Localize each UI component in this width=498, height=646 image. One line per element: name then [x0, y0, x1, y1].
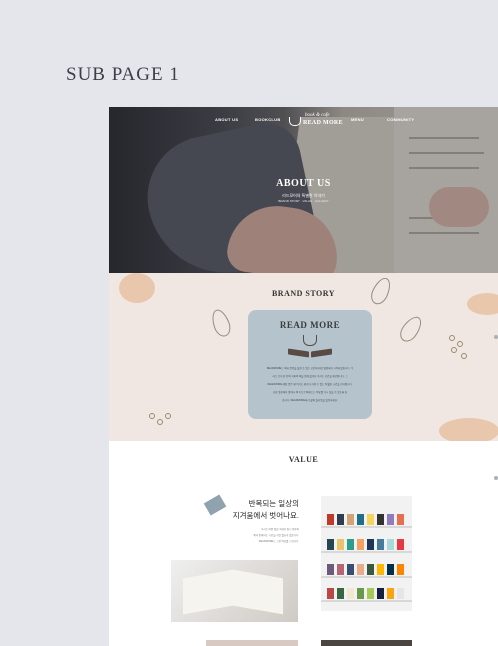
- pagination-dot[interactable]: [494, 476, 498, 480]
- bookshelf-photo: [321, 496, 412, 611]
- dot-decor: [451, 347, 457, 353]
- gallery-photo: [206, 640, 298, 646]
- value-text-line: READMORE는 그런 여유를 드립니다.: [258, 540, 299, 543]
- decor-blob: [119, 273, 155, 303]
- brand-paragraph-line: READMORE는 책과 음악을 즐길 수 있는 공간에 대한 열정에서 시작되…: [266, 367, 354, 370]
- logo-name: READ MORE: [303, 120, 343, 126]
- nav-about-us[interactable]: ABOUT US: [215, 117, 238, 122]
- value-title: VALUE: [288, 455, 319, 464]
- nav-community[interactable]: COMMUNITY: [387, 117, 414, 122]
- brand-story-section: BRAND STORY READ MORE READMORE는 책과 음악을 즐…: [109, 273, 498, 441]
- dot-decor: [165, 413, 171, 419]
- dot-decor: [157, 419, 163, 425]
- gallery-photo: [321, 640, 412, 646]
- card-logo-text: READ MORE: [279, 320, 341, 330]
- dot-decor: [457, 341, 463, 347]
- value-heading-line1: 반복되는 일상의: [248, 499, 299, 508]
- dot-decor: [449, 335, 455, 341]
- open-book-photo: [171, 560, 298, 622]
- coffee-cup-icon: [289, 117, 301, 126]
- logo-script: book & cafe: [305, 113, 330, 118]
- hero-banner: ABOUT US BOOKCLUB MENU COMMUNITY book & …: [109, 107, 498, 273]
- brand-paragraph-line: READMORE 매장 음은 해 이기도 쉽게 다가갈 수 있는 특별한 시간을…: [267, 383, 353, 386]
- open-book-icon: [288, 348, 332, 358]
- brand-logo[interactable]: book & cafe READ MORE: [289, 111, 349, 131]
- decor-blob: [439, 418, 498, 441]
- hero-caption: BRAND STORY · VALUE · GALLERY: [278, 199, 329, 203]
- brand-paragraph-line: 리는 단지 한 잔의 커피와 책을 함께 즐겨요 속하는 공간을 제공합니다. …: [272, 375, 348, 378]
- nav-bookclub[interactable]: BOOKCLUB: [255, 117, 281, 122]
- dot-decor: [149, 413, 155, 419]
- pagination-dot[interactable]: [494, 335, 498, 339]
- leaf-decor: [396, 312, 426, 346]
- page-frame: ABOUT US BOOKCLUB MENU COMMUNITY book & …: [109, 107, 498, 646]
- dot-decor: [461, 353, 467, 359]
- value-heading-line2: 지겨움에서 벗어나요.: [232, 511, 299, 520]
- brand-paragraph-line: 습니다. READMORE에서 삶의 즐거움을 발견하세요.: [282, 399, 338, 402]
- leaf-decor: [208, 307, 234, 339]
- brand-paragraph-line: 또한 일상에서 벗어나 책 속으로 빠져드는 여유를 다시 찾을 수 있도록 돕: [272, 391, 348, 394]
- coffee-cup-icon: [303, 335, 317, 346]
- brand-story-title: BRAND STORY: [271, 289, 336, 298]
- hero-title: ABOUT US: [276, 178, 331, 189]
- brand-card: READ MORE READMORE는 책과 음악을 즐길 수 있는 공간에 대…: [248, 310, 372, 419]
- nav-menu[interactable]: MENU: [351, 117, 364, 122]
- top-nav: ABOUT US BOOKCLUB MENU COMMUNITY book & …: [109, 107, 498, 134]
- page-label: SUB PAGE 1: [66, 64, 180, 85]
